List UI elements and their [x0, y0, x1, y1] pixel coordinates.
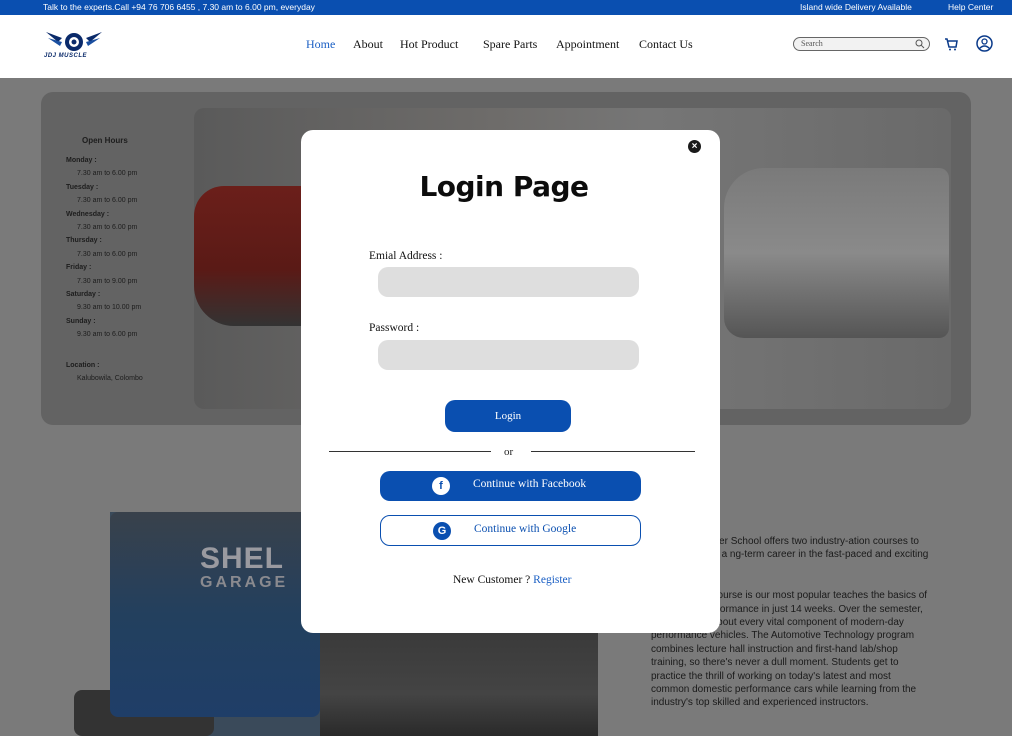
- search-input[interactable]: Search: [793, 37, 930, 51]
- hours-time: 7.30 am to 6.00 pm: [77, 197, 138, 205]
- delivery-notice: Island wide Delivery Available: [800, 2, 912, 12]
- email-label: Emial Address :: [369, 250, 443, 262]
- facebook-icon: f: [432, 477, 450, 495]
- grey-car-image: [320, 632, 598, 736]
- nav-hot-product[interactable]: Hot Product: [400, 37, 458, 52]
- hours-day: Thursday :: [66, 237, 102, 245]
- google-icon: G: [433, 522, 451, 540]
- nav-home[interactable]: Home: [306, 37, 335, 52]
- register-link[interactable]: Register: [533, 574, 571, 586]
- search-placeholder: Search: [801, 39, 823, 48]
- help-center-link[interactable]: Help Center: [948, 2, 993, 12]
- shelby-sign-text: SHEL: [200, 542, 285, 575]
- location-label: Location :: [66, 361, 100, 369]
- hours-day: Wednesday :: [66, 210, 110, 218]
- google-login-button[interactable]: G Continue with Google: [380, 515, 641, 546]
- hours-day: Tuesday :: [66, 183, 99, 191]
- open-hours-panel: Open Hours Monday : 7.30 am to 6.00 pm T…: [66, 134, 143, 386]
- modal-title: Login Page: [419, 170, 589, 203]
- hours-time: 7.30 am to 9.00 pm: [77, 277, 138, 285]
- hours-day: Friday :: [66, 264, 92, 272]
- hours-day: Saturday :: [66, 291, 101, 299]
- hours-time: 7.30 am to 6.00 pm: [77, 224, 138, 232]
- facebook-login-button[interactable]: f Continue with Facebook: [380, 471, 641, 501]
- nav-spare-parts[interactable]: Spare Parts: [483, 37, 537, 52]
- nav-contact-us[interactable]: Contact Us: [639, 37, 693, 52]
- register-prompt: New Customer ? Register: [453, 574, 572, 586]
- brand-logo-text: JDJ MUSCLE: [44, 53, 88, 59]
- divider-left: [329, 451, 491, 452]
- or-separator: or: [504, 446, 514, 458]
- hours-time: 7.30 am to 6.00 pm: [77, 250, 138, 258]
- divider-right: [531, 451, 695, 452]
- cart-icon[interactable]: [944, 37, 958, 51]
- contact-tagline: Talk to the experts.Call +94 76 706 6455…: [43, 2, 315, 12]
- white-car-image: [724, 168, 949, 338]
- nav-appointment[interactable]: Appointment: [556, 37, 619, 52]
- email-field[interactable]: [378, 267, 639, 297]
- new-customer-text: New Customer ?: [453, 574, 531, 586]
- login-button[interactable]: Login: [445, 400, 571, 432]
- password-field[interactable]: [378, 340, 639, 370]
- blue-mustang-image: SHEL GARAGE: [110, 512, 320, 717]
- login-modal: × Login Page Emial Address : Password : …: [301, 130, 720, 633]
- hours-time: 9.30 am to 10.00 pm: [77, 304, 142, 312]
- open-hours-title: Open Hours: [82, 136, 128, 145]
- hours-time: 9.30 am to 6.00 pm: [77, 331, 138, 339]
- user-account-icon[interactable]: [976, 35, 993, 52]
- close-icon[interactable]: ×: [688, 140, 701, 153]
- password-label: Password :: [369, 322, 420, 334]
- hours-time: 7.30 am to 6.00 pm: [77, 170, 138, 178]
- search-icon[interactable]: [915, 39, 925, 49]
- hours-day: Sunday :: [66, 317, 96, 325]
- garage-sign-text: GARAGE: [200, 574, 289, 591]
- hours-day: Monday :: [66, 157, 97, 164]
- site-header: JDJ MUSCLE Home About Hot Product Spare …: [0, 15, 1012, 78]
- top-announcement-bar: Talk to the experts.Call +94 76 706 6455…: [0, 0, 1012, 15]
- nav-about[interactable]: About: [353, 37, 383, 52]
- facebook-button-label: Continue with Facebook: [473, 478, 587, 490]
- google-button-label: Continue with Google: [474, 523, 577, 535]
- location-value: Kalubowila, Colombo: [77, 375, 143, 383]
